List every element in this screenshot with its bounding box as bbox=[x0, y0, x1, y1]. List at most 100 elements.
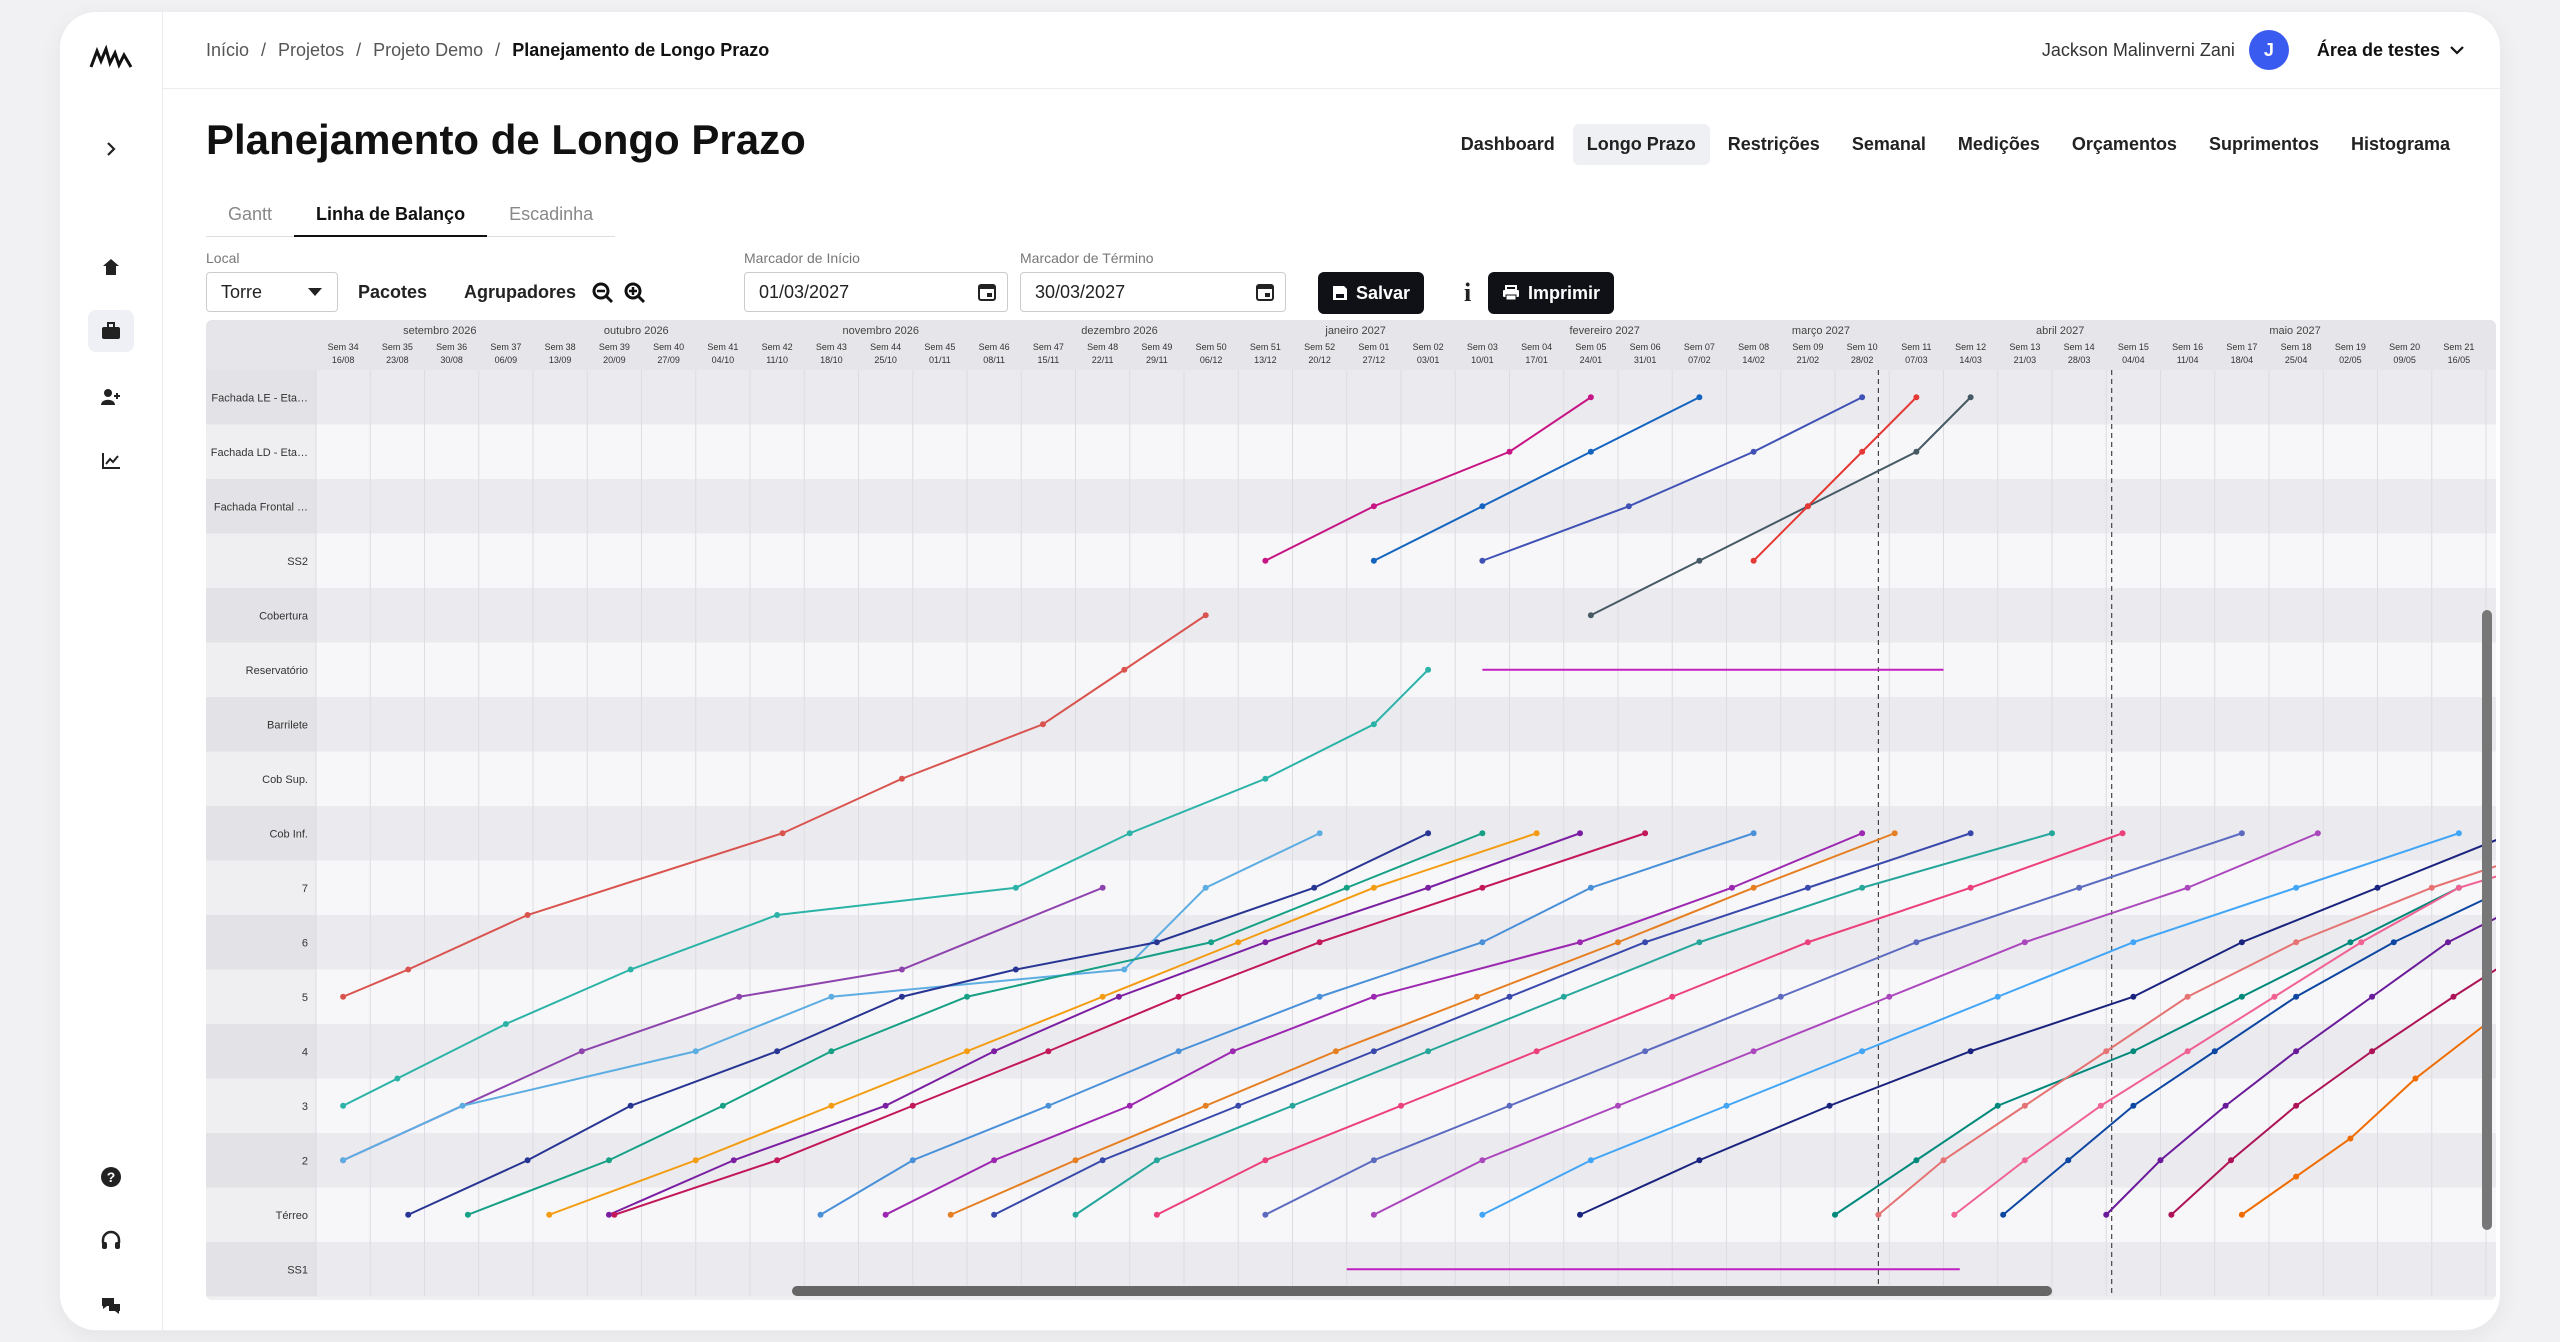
tab-medicoes[interactable]: Medições bbox=[1944, 124, 2054, 165]
series-point[interactable] bbox=[1229, 1048, 1236, 1055]
series-point[interactable] bbox=[2293, 1173, 2300, 1180]
series-point[interactable] bbox=[2103, 1048, 2110, 1055]
series-point[interactable] bbox=[1332, 1048, 1339, 1055]
series-point[interactable] bbox=[627, 966, 634, 973]
zoom-in-icon[interactable] bbox=[624, 282, 646, 304]
series-point[interactable] bbox=[1750, 448, 1757, 455]
logo-icon[interactable] bbox=[88, 38, 134, 80]
series-point[interactable] bbox=[2211, 1048, 2218, 1055]
series-point[interactable] bbox=[1425, 666, 1432, 673]
series-point[interactable] bbox=[1642, 1048, 1649, 1055]
series-point[interactable] bbox=[1886, 993, 1893, 1000]
series-point[interactable] bbox=[2119, 830, 2126, 837]
series-point[interactable] bbox=[2130, 993, 2137, 1000]
series-point[interactable] bbox=[2097, 1102, 2104, 1109]
series-point[interactable] bbox=[1875, 1211, 1882, 1218]
headset-icon[interactable] bbox=[88, 1220, 134, 1262]
chart-line-icon[interactable] bbox=[88, 440, 134, 482]
series-point[interactable] bbox=[1615, 939, 1621, 946]
agrupadores-button[interactable]: Agrupadores bbox=[464, 282, 576, 303]
zoom-out-icon[interactable] bbox=[592, 282, 614, 304]
series-point[interactable] bbox=[909, 1102, 916, 1109]
series-point[interactable] bbox=[736, 993, 743, 1000]
series-point[interactable] bbox=[1370, 1211, 1377, 1218]
series-point[interactable] bbox=[1473, 993, 1480, 1000]
series-point[interactable] bbox=[1832, 1211, 1838, 1218]
series-point[interactable] bbox=[524, 1157, 531, 1164]
series-point[interactable] bbox=[2238, 830, 2245, 837]
series-point[interactable] bbox=[605, 1211, 612, 1218]
series-point[interactable] bbox=[1533, 1048, 1540, 1055]
series-point[interactable] bbox=[1175, 1048, 1182, 1055]
series-point[interactable] bbox=[2455, 884, 2462, 891]
series-point[interactable] bbox=[2347, 1135, 2354, 1142]
series-point[interactable] bbox=[2021, 1157, 2028, 1164]
series-point[interactable] bbox=[2412, 1075, 2419, 1082]
series-point[interactable] bbox=[1289, 1102, 1296, 1109]
series-point[interactable] bbox=[1994, 1102, 2001, 1109]
series-point[interactable] bbox=[692, 1157, 699, 1164]
series-point[interactable] bbox=[882, 1211, 889, 1218]
series-point[interactable] bbox=[1202, 1102, 1209, 1109]
series-point[interactable] bbox=[1859, 884, 1866, 891]
series-point[interactable] bbox=[627, 1102, 634, 1109]
series-point[interactable] bbox=[898, 775, 905, 782]
series-point[interactable] bbox=[2293, 939, 2300, 946]
series-point[interactable] bbox=[1115, 993, 1122, 1000]
series-point[interactable] bbox=[774, 912, 781, 918]
tab-suprimentos[interactable]: Suprimentos bbox=[2195, 124, 2333, 165]
series-point[interactable] bbox=[2184, 884, 2191, 891]
series-point[interactable] bbox=[1045, 1102, 1052, 1109]
series-point[interactable] bbox=[1099, 993, 1106, 1000]
series-point[interactable] bbox=[774, 1157, 781, 1164]
breadcrumb-projetos[interactable]: Projetos bbox=[278, 40, 344, 61]
series-point[interactable] bbox=[2130, 1048, 2137, 1055]
vertical-scrollbar[interactable] bbox=[2482, 610, 2492, 1230]
series-point[interactable] bbox=[1121, 966, 1128, 973]
series-point[interactable] bbox=[1804, 503, 1811, 510]
horizontal-scrollbar[interactable] bbox=[792, 1286, 2052, 1296]
info-button[interactable]: i bbox=[1464, 278, 1471, 308]
series-point[interactable] bbox=[2222, 1102, 2229, 1109]
series-point[interactable] bbox=[1967, 394, 1974, 401]
series-point[interactable] bbox=[1750, 1048, 1757, 1055]
series-point[interactable] bbox=[2228, 1157, 2235, 1164]
series-point[interactable] bbox=[1370, 993, 1377, 1000]
series-point[interactable] bbox=[817, 1211, 824, 1218]
tab-orcamentos[interactable]: Orçamentos bbox=[2058, 124, 2191, 165]
series-point[interactable] bbox=[964, 993, 970, 1000]
series-point[interactable] bbox=[1859, 830, 1866, 837]
series-point[interactable] bbox=[2238, 993, 2245, 1000]
series-point[interactable] bbox=[1425, 884, 1432, 891]
chat-icon[interactable] bbox=[88, 1284, 134, 1326]
series-point[interactable] bbox=[1479, 884, 1486, 891]
series-point[interactable] bbox=[2103, 1211, 2110, 1218]
series-point[interactable] bbox=[1560, 993, 1567, 1000]
series-point[interactable] bbox=[1316, 830, 1323, 837]
series-point[interactable] bbox=[2238, 939, 2245, 946]
end-marker-input[interactable]: 30/03/2027 bbox=[1020, 272, 1286, 312]
subtab-escadinha[interactable]: Escadinha bbox=[487, 194, 615, 236]
series-point[interactable] bbox=[1398, 1102, 1404, 1109]
series-point[interactable] bbox=[828, 993, 835, 1000]
series-point[interactable] bbox=[1202, 884, 1209, 891]
series-point[interactable] bbox=[2065, 1157, 2072, 1164]
series-point[interactable] bbox=[1750, 884, 1757, 891]
series-point[interactable] bbox=[1311, 884, 1318, 891]
series-point[interactable] bbox=[605, 1157, 612, 1164]
series-point[interactable] bbox=[340, 1102, 347, 1109]
series-point[interactable] bbox=[2168, 1211, 2175, 1218]
series-point[interactable] bbox=[1750, 830, 1757, 837]
add-user-icon[interactable] bbox=[88, 376, 134, 418]
series-point[interactable] bbox=[1859, 394, 1866, 401]
series-point[interactable] bbox=[2271, 993, 2278, 1000]
series-point[interactable] bbox=[828, 1048, 835, 1055]
series-point[interactable] bbox=[1072, 1211, 1079, 1218]
subtab-linha-de-balanco[interactable]: Linha de Balanço bbox=[294, 194, 488, 237]
series-point[interactable] bbox=[2293, 1048, 2300, 1055]
series-point[interactable] bbox=[2314, 830, 2321, 837]
series-point[interactable] bbox=[611, 1211, 618, 1218]
series-point[interactable] bbox=[1175, 993, 1182, 1000]
help-icon[interactable]: ? bbox=[88, 1156, 134, 1198]
series-point[interactable] bbox=[1099, 1157, 1106, 1164]
